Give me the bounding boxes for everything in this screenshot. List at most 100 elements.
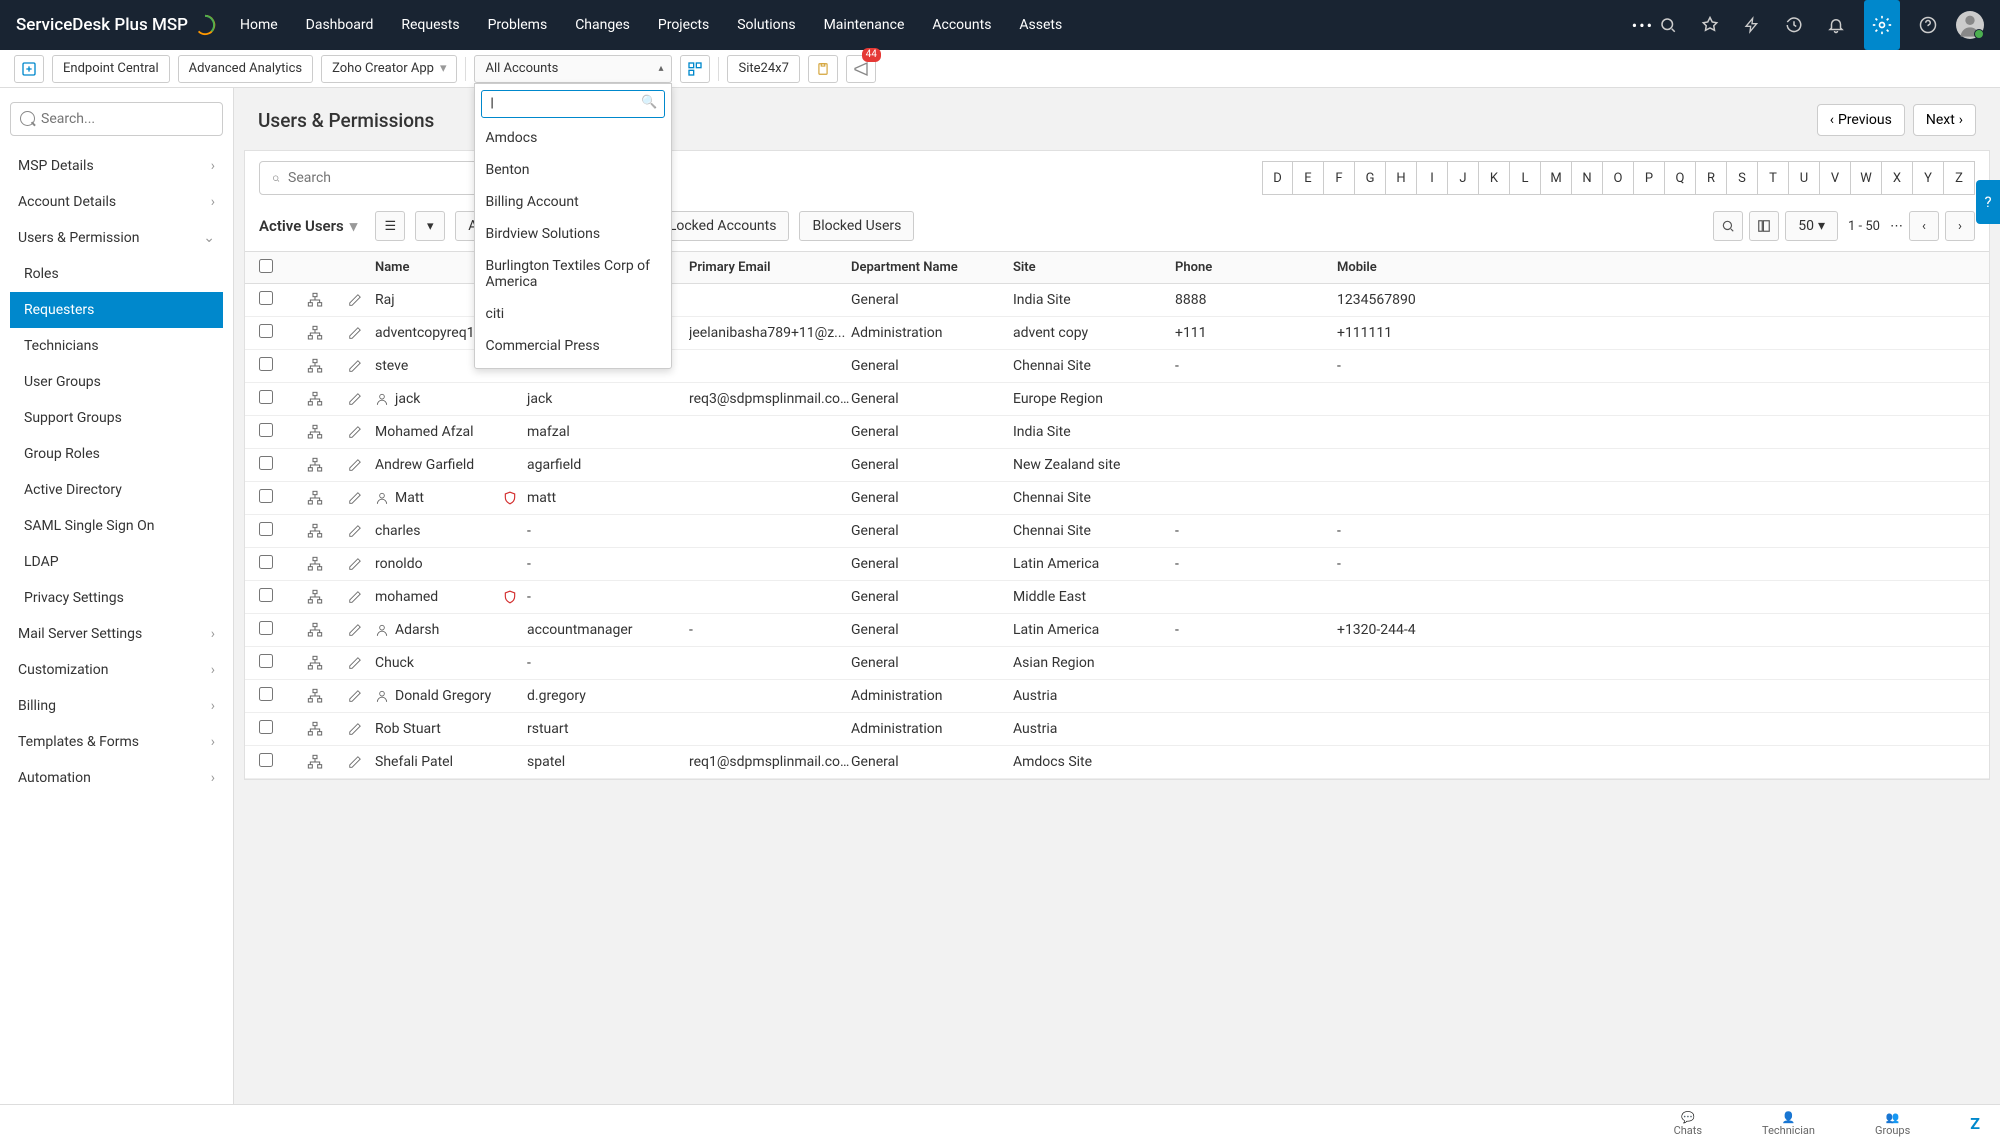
row-checkbox[interactable] [259, 291, 273, 305]
alpha-W[interactable]: W [1851, 161, 1882, 195]
org-icon[interactable] [680, 55, 710, 83]
edit-icon[interactable] [335, 689, 375, 703]
row-checkbox[interactable] [259, 390, 273, 404]
next-button[interactable]: Next › [1913, 104, 1976, 136]
account-option[interactable]: Commercial Press [481, 330, 665, 362]
row-checkbox[interactable] [259, 687, 273, 701]
table-row[interactable]: Mohamed AfzalmafzalGeneralIndia Site [245, 416, 1989, 449]
sidebar-section[interactable]: Templates & Forms› [10, 724, 223, 760]
row-checkbox[interactable] [259, 522, 273, 536]
account-option[interactable]: citi [481, 298, 665, 330]
alpha-P[interactable]: P [1634, 161, 1665, 195]
alpha-Z[interactable]: Z [1944, 161, 1975, 195]
sidebar-item-group-roles[interactable]: Group Roles [10, 436, 223, 472]
sidebar-section[interactable]: Users & Permission⌄ [10, 220, 223, 256]
row-checkbox[interactable] [259, 753, 273, 767]
org-icon[interactable] [295, 358, 335, 374]
sidebar-item-privacy-settings[interactable]: Privacy Settings [10, 580, 223, 616]
help-tab[interactable]: ? [1976, 180, 2000, 224]
alpha-E[interactable]: E [1293, 161, 1324, 195]
col-site[interactable]: Site [1013, 260, 1175, 275]
edit-icon[interactable] [335, 293, 375, 307]
sidebar-section[interactable]: Mail Server Settings› [10, 616, 223, 652]
gear-icon[interactable] [1864, 0, 1900, 50]
table-search-input[interactable] [288, 170, 466, 186]
edit-icon[interactable] [335, 590, 375, 604]
columns-button[interactable] [1749, 211, 1779, 241]
bolt-icon[interactable] [1738, 11, 1766, 39]
alpha-R[interactable]: R [1696, 161, 1727, 195]
clipboard-icon[interactable] [808, 55, 838, 83]
sidebar-section[interactable]: Customization› [10, 652, 223, 688]
account-option[interactable]: Amdocs [481, 122, 665, 154]
history-icon[interactable] [1780, 11, 1808, 39]
add-icon[interactable] [14, 55, 44, 83]
edit-icon[interactable] [335, 524, 375, 538]
org-icon[interactable] [295, 424, 335, 440]
table-row[interactable]: Adarshaccountmanager-GeneralLatin Americ… [245, 614, 1989, 647]
row-checkbox[interactable] [259, 357, 273, 371]
sidebar-search-input[interactable] [10, 102, 223, 136]
endpoint-central-link[interactable]: Endpoint Central [52, 55, 170, 83]
edit-icon[interactable] [335, 359, 375, 373]
org-icon[interactable] [295, 754, 335, 770]
table-row[interactable]: ronoldo-GeneralLatin America-- [245, 548, 1989, 581]
nav-accounts[interactable]: Accounts [932, 17, 991, 33]
card-view-icon[interactable]: ▾ [415, 211, 445, 241]
alpha-I[interactable]: I [1417, 161, 1448, 195]
org-icon[interactable] [295, 457, 335, 473]
table-row[interactable]: Donald Gregoryd.gregoryAdministrationAus… [245, 680, 1989, 713]
sidebar-item-requesters[interactable]: Requesters [10, 292, 223, 328]
sidebar-section[interactable]: Automation› [10, 760, 223, 796]
nav-solutions[interactable]: Solutions [737, 17, 795, 33]
alpha-J[interactable]: J [1448, 161, 1479, 195]
org-icon[interactable] [295, 490, 335, 506]
table-row[interactable]: Chuck-GeneralAsian Region [245, 647, 1989, 680]
alpha-T[interactable]: T [1758, 161, 1789, 195]
previous-button[interactable]: ‹ Previous [1817, 104, 1905, 136]
edit-icon[interactable] [335, 458, 375, 472]
org-icon[interactable] [295, 292, 335, 308]
alpha-D[interactable]: D [1262, 161, 1293, 195]
col-email[interactable]: Primary Email [689, 260, 851, 275]
alpha-Y[interactable]: Y [1913, 161, 1944, 195]
org-icon[interactable] [295, 721, 335, 737]
alpha-F[interactable]: F [1324, 161, 1355, 195]
nav-projects[interactable]: Projects [658, 17, 709, 33]
edit-icon[interactable] [335, 755, 375, 769]
accounts-dropdown[interactable]: All Accounts [474, 55, 672, 83]
alpha-K[interactable]: K [1479, 161, 1510, 195]
col-mobile[interactable]: Mobile [1337, 260, 1975, 275]
search-icon[interactable] [1654, 11, 1682, 39]
technician-button[interactable]: 👤Technician [1762, 1111, 1815, 1137]
account-option[interactable]: Burlington Textiles Corp of America [481, 250, 665, 298]
org-icon[interactable] [295, 688, 335, 704]
select-all-checkbox[interactable] [259, 259, 273, 273]
chats-button[interactable]: 💬Chats [1674, 1111, 1702, 1137]
alpha-G[interactable]: G [1355, 161, 1386, 195]
org-icon[interactable] [295, 655, 335, 671]
accounts-search-input[interactable] [481, 90, 665, 118]
table-row[interactable]: Shefali Patelspatelreq1@sdpmsplinmail.co… [245, 746, 1989, 779]
nav-maintenance[interactable]: Maintenance [824, 17, 905, 33]
alpha-X[interactable]: X [1882, 161, 1913, 195]
groups-button[interactable]: 👥Groups [1875, 1111, 1910, 1137]
alpha-V[interactable]: V [1820, 161, 1851, 195]
site24x7-link[interactable]: Site24x7 [727, 55, 799, 83]
sidebar-item-technicians[interactable]: Technicians [10, 328, 223, 364]
zoho-creator-dropdown[interactable]: Zoho Creator App ▾ [321, 55, 457, 83]
page-size-dropdown[interactable]: 50 ▾ [1785, 211, 1838, 241]
edit-icon[interactable] [335, 425, 375, 439]
row-checkbox[interactable] [259, 489, 273, 503]
alpha-N[interactable]: N [1572, 161, 1603, 195]
account-option[interactable]: Benton [481, 154, 665, 186]
nav-assets[interactable]: Assets [1019, 17, 1062, 33]
col-dept[interactable]: Department Name [851, 260, 1013, 275]
sidebar-item-support-groups[interactable]: Support Groups [10, 400, 223, 436]
table-row[interactable]: Rob StuartrstuartAdministrationAustria [245, 713, 1989, 746]
advanced-analytics-link[interactable]: Advanced Analytics [178, 55, 314, 83]
org-icon[interactable] [295, 589, 335, 605]
sidebar-section[interactable]: MSP Details› [10, 148, 223, 184]
announce-icon[interactable]: 44 [846, 55, 876, 83]
org-icon[interactable] [295, 622, 335, 638]
